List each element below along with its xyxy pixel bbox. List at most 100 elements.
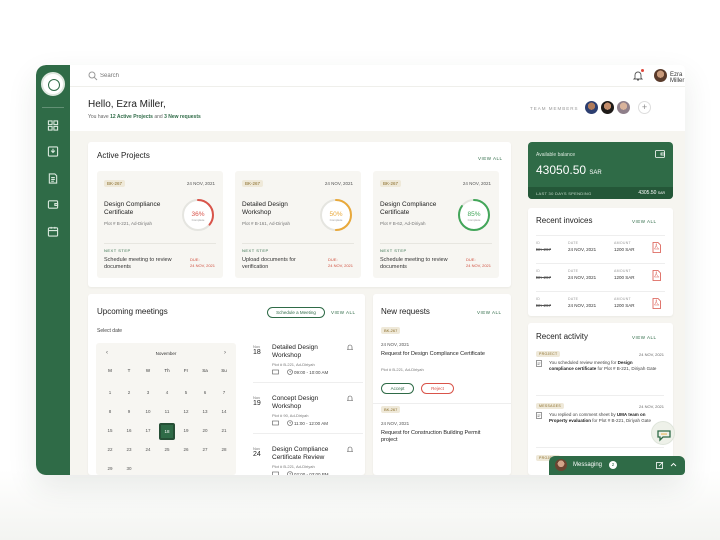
user-name[interactable]: Ezra Miller <box>670 72 685 84</box>
project-card[interactable]: BK-267 24 NOV, 2021 Design Compliance Cert… <box>373 171 499 278</box>
calendar-day[interactable]: 23 <box>121 444 137 456</box>
activity-text: You replied on comment sheet by UMA team… <box>549 412 657 424</box>
search-icon <box>88 71 98 81</box>
active-projects-link[interactable]: 12 Active Projects <box>110 114 153 120</box>
team-member-avatar[interactable] <box>616 100 631 115</box>
pdf-icon[interactable] <box>652 270 661 281</box>
recent-activity-view-all[interactable]: VIEW ALL <box>632 335 657 340</box>
messaging-bar[interactable]: Messaging 2 <box>549 456 685 475</box>
activity-date: 24 NOV, 2021 <box>639 352 664 357</box>
calendar-day[interactable]: 17 <box>140 425 156 437</box>
project-tag: BK-267 <box>242 180 264 187</box>
calendar-day[interactable]: 16 <box>121 425 137 437</box>
new-requests-view-all[interactable]: VIEW ALL <box>477 310 502 315</box>
calendar-day[interactable]: 11 <box>159 406 175 418</box>
project-card[interactable]: BK-267 24 NOV, 2021 Design Compliance Cert… <box>97 171 223 278</box>
request-divider <box>373 403 511 404</box>
calendar-day[interactable]: 15 <box>102 425 118 437</box>
calendar-day[interactable]: 28 <box>216 444 232 456</box>
progress-status: Complete <box>330 218 343 222</box>
activity-divider <box>536 447 664 448</box>
activity-item[interactable]: PROJECT 24 NOV, 2021 You scheduled review … <box>536 351 664 397</box>
request-item[interactable]: BK-267 24 NOV, 2021 Request for Constructi… <box>381 406 501 475</box>
meeting-item[interactable]: Nov 19 Concept Design Workshop Plot # 90, A… <box>253 395 363 445</box>
reminder-bell-icon[interactable] <box>347 344 353 351</box>
calendar-day[interactable]: 12 <box>178 406 194 418</box>
invoice-row[interactable]: ID BK-267 DATE 24 NOV, 2021 AMOUNT 1200 SAR <box>536 291 665 317</box>
new-requests-link[interactable]: 3 New requests <box>164 114 201 120</box>
spending-label: LAST 30 DAYS SPENDING <box>536 191 592 196</box>
team-member-avatar[interactable] <box>600 100 615 115</box>
recent-invoices-card: Recent invoices VIEW ALL ID BK-267 DATE 24 … <box>528 208 673 316</box>
calendar-day[interactable]: 19 <box>178 425 194 437</box>
meeting-day: 19 <box>253 400 261 407</box>
calendar-day[interactable]: 26 <box>178 444 194 456</box>
project-date: 24 NOV, 2021 <box>324 181 353 186</box>
calendar-day[interactable]: 25 <box>159 444 175 456</box>
request-date: 24 NOV, 2021 <box>381 421 410 426</box>
meeting-item[interactable]: Nov 18 Detailed Design Workshop Plot # B-22… <box>253 344 363 394</box>
inbox-icon[interactable] <box>47 146 59 157</box>
schedule-meeting-button[interactable]: Schedule a Meeting <box>267 307 325 318</box>
project-title: Detailed Design Workshop <box>242 201 288 216</box>
meeting-address: Plot # 90, Ad-Diriyah <box>272 413 309 418</box>
request-item[interactable]: BK-267 24 NOV, 2021 Request for Design Com… <box>373 327 511 404</box>
calendar-day[interactable]: 3 <box>140 387 156 399</box>
invoice-row[interactable]: ID BK-267 DATE 24 NOV, 2021 AMOUNT 1200 SAR <box>536 263 665 289</box>
new-requests-card: New requests VIEW ALL BK-267 24 NOV, 2021… <box>373 294 511 475</box>
calendar-day[interactable]: 7 <box>216 387 232 399</box>
invoice-row[interactable]: ID BK-267 DATE 24 NOV, 2021 AMOUNT 1200 SAR <box>536 235 665 261</box>
pdf-icon[interactable] <box>652 242 661 253</box>
reject-button[interactable]: Reject <box>421 383 454 394</box>
calendar-day[interactable]: 14 <box>216 406 232 418</box>
logo <box>41 72 65 96</box>
project-card[interactable]: BK-267 24 NOV, 2021 Detailed Design Worksh… <box>235 171 361 278</box>
project-date: 24 NOV, 2021 <box>186 181 215 186</box>
calendar-day-selected[interactable]: 18 <box>159 423 175 440</box>
request-title: Request for Construction Building Permit… <box>381 430 481 443</box>
calendar-day[interactable]: 29 <box>102 463 118 475</box>
chat-bubble-icon <box>657 430 671 442</box>
active-projects-view-all[interactable]: VIEW ALL <box>478 156 503 161</box>
calendar-day[interactable]: 2 <box>121 387 137 399</box>
calendar-day[interactable]: 30 <box>121 463 137 475</box>
recent-invoices-view-all[interactable]: VIEW ALL <box>632 219 657 224</box>
calendar-day[interactable]: 27 <box>197 444 213 456</box>
calendar-day[interactable]: 20 <box>197 425 213 437</box>
calendar-day[interactable]: 8 <box>102 406 118 418</box>
reminder-bell-icon[interactable] <box>347 446 353 453</box>
calendar-day[interactable]: 9 <box>121 406 137 418</box>
calendar-icon[interactable] <box>47 226 59 237</box>
chevron-up-icon[interactable] <box>670 462 677 468</box>
wallet-icon[interactable] <box>47 199 59 210</box>
calendar-day[interactable]: 4 <box>159 387 175 399</box>
balance-footer: LAST 30 DAYS SPENDING 4305.50 SAR <box>528 187 673 199</box>
progress-percent: 85% <box>467 211 480 218</box>
accept-button[interactable]: Accept <box>381 383 414 394</box>
document-icon[interactable] <box>47 173 59 184</box>
pdf-icon[interactable] <box>652 298 661 309</box>
balance-amount: 43050.50 SAR <box>536 163 602 177</box>
calendar-day[interactable]: 5 <box>178 387 194 399</box>
meeting-item[interactable]: Nov 24 Design Compliance Certificate Revie… <box>253 446 363 475</box>
user-avatar[interactable] <box>654 69 667 82</box>
team-member-avatar[interactable] <box>584 100 599 115</box>
calendar-day[interactable]: 6 <box>197 387 213 399</box>
chat-support-button[interactable] <box>651 421 675 445</box>
calendar-next-icon[interactable]: › <box>224 350 226 356</box>
calendar-day[interactable]: 13 <box>197 406 213 418</box>
progress-percent: 50% <box>329 211 342 218</box>
calendar-day[interactable]: 21 <box>216 425 232 437</box>
dashboard-icon[interactable] <box>47 120 59 131</box>
activity-item[interactable]: MESSAGES 24 NOV, 2021 You replied on comme… <box>536 403 664 449</box>
progress-status: Complete <box>192 218 205 222</box>
search-input[interactable] <box>100 70 220 82</box>
compose-icon[interactable] <box>656 461 664 469</box>
calendar-day[interactable]: 22 <box>102 444 118 456</box>
reminder-bell-icon[interactable] <box>347 395 353 402</box>
meetings-view-all[interactable]: VIEW ALL <box>331 310 356 315</box>
add-team-member-button[interactable]: + <box>638 101 651 114</box>
calendar-day[interactable]: 24 <box>140 444 156 456</box>
calendar-day[interactable]: 1 <box>102 387 118 399</box>
calendar-day[interactable]: 10 <box>140 406 156 418</box>
